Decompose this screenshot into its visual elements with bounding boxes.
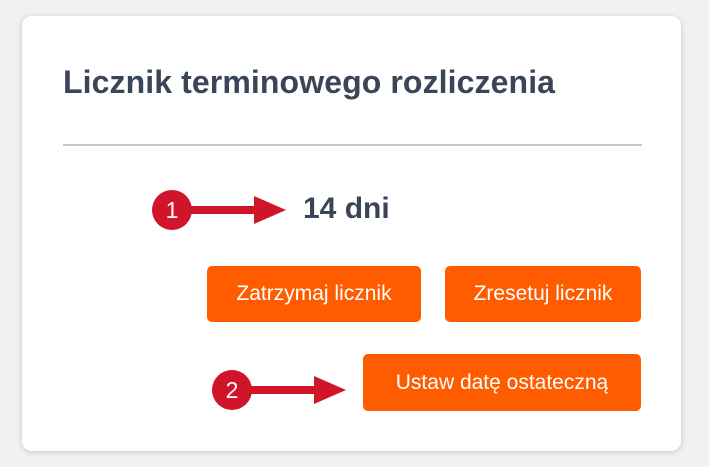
card-title: Licznik terminowego rozliczenia — [63, 64, 556, 100]
settlement-counter-card: Licznik terminowego rozliczenia 1 14 dni… — [22, 16, 681, 451]
divider — [63, 144, 642, 146]
reset-counter-button[interactable]: Zresetuj licznik — [445, 266, 641, 322]
counter-value: 14 dni — [303, 192, 390, 225]
annotation-marker-1: 1 — [152, 190, 192, 230]
arrow-right-icon — [248, 376, 346, 404]
stop-counter-button[interactable]: Zatrzymaj licznik — [207, 266, 421, 322]
annotation-marker-2: 2 — [212, 370, 252, 410]
arrow-right-icon — [188, 196, 286, 224]
set-deadline-button[interactable]: Ustaw datę ostateczną — [363, 354, 641, 411]
